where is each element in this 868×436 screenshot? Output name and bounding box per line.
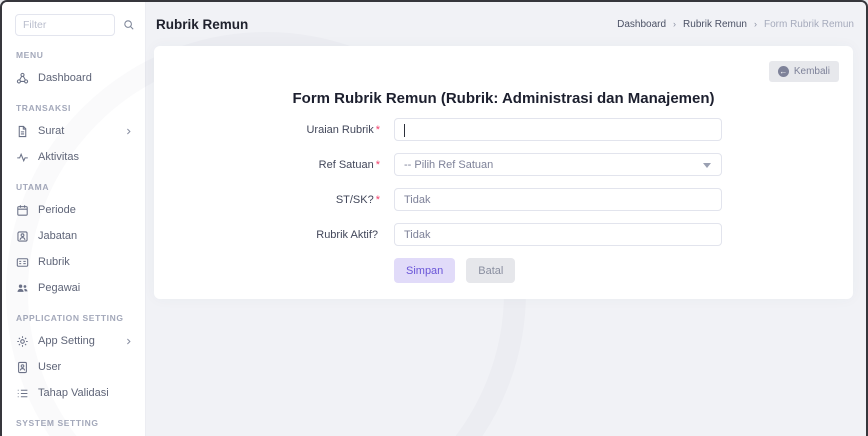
sidebar-item-dashboard[interactable]: Dashboard [2,65,145,91]
form: Uraian Rubrik* Ref Satuan* -- Pilih Ref … [154,118,853,283]
sidebar-item-aktivitas[interactable]: Aktivitas [2,144,145,170]
sidebar-item-label: Periode [38,204,76,216]
st-sk-select[interactable]: Tidak [394,188,722,211]
field-label: Rubrik Aktif? [154,229,394,241]
ref-satuan-selected-value: -- Pilih Ref Satuan [404,159,493,171]
form-actions: Simpan Batal [394,258,853,283]
breadcrumb-dashboard[interactable]: Dashboard [617,19,666,30]
kembali-label: Kembali [794,66,830,77]
sidebar-item-surat[interactable]: Surat [2,118,145,144]
form-row-st-sk: ST/SK?* Tidak [154,188,853,211]
sidebar-item-tahap-validasi[interactable]: Tahap Validasi [2,380,145,406]
sidebar-item-label: Dashboard [38,72,92,84]
ref-satuan-select[interactable]: -- Pilih Ref Satuan [394,153,722,176]
breadcrumb-current: Form Rubrik Remun [764,19,854,30]
text-cursor [404,124,405,137]
st-sk-selected-value: Tidak [404,194,431,206]
file-icon [16,125,29,138]
list-icon [16,387,29,400]
gear-icon [16,335,29,348]
sidebar-item-label: App Setting [38,335,95,347]
chevron-right-icon [124,127,133,136]
filter-input[interactable] [15,14,115,36]
sidebar-filter-row [2,14,145,38]
simpan-button[interactable]: Simpan [394,258,455,283]
sidebar-item-label: Tahap Validasi [38,387,109,399]
sidebar-section-menu: MENU [2,38,145,65]
required-asterisk: * [376,194,380,206]
users-icon [16,282,29,295]
main-area: Rubrik Remun Dashboard › Rubrik Remun › … [146,2,866,436]
rubrik-aktif-select[interactable]: Tidak [394,223,722,246]
sidebar-item-user[interactable]: User [2,354,145,380]
sidebar-item-label: Surat [38,125,64,137]
sidebar-section-transaksi: TRANSAKSI [2,91,145,118]
required-asterisk: * [376,159,380,171]
search-icon[interactable] [123,19,135,31]
chevron-right-icon [124,337,133,346]
uraian-rubrik-text-field[interactable] [404,124,712,136]
page-title: Rubrik Remun [156,17,248,32]
sidebar-item-label: Rubrik [38,256,70,268]
sidebar-item-label: Aktivitas [38,151,79,163]
breadcrumb: Dashboard › Rubrik Remun › Form Rubrik R… [617,19,854,30]
sidebar-item-label: Pegawai [38,282,80,294]
id-card-icon [16,256,29,269]
form-row-rubrik-aktif: Rubrik Aktif? Tidak [154,223,853,246]
sidebar-item-pegawai[interactable]: Pegawai [2,275,145,301]
breadcrumb-separator-icon: › [673,19,676,29]
batal-button[interactable]: Batal [466,258,515,283]
form-row-ref-satuan: Ref Satuan* -- Pilih Ref Satuan [154,153,853,176]
uraian-rubrik-input[interactable] [394,118,722,141]
sidebar: MENU Dashboard TRANSAKSI Surat [2,2,146,436]
field-label: Ref Satuan* [154,159,394,171]
required-asterisk: * [376,124,380,136]
sidebar-section-system-setting: SYSTEM SETTING [2,406,145,433]
sidebar-item-periode[interactable]: Periode [2,197,145,223]
address-book-icon [16,361,29,374]
field-label: ST/SK?* [154,194,394,206]
sidebar-item-rubrik[interactable]: Rubrik [2,249,145,275]
kembali-button[interactable]: ← Kembali [769,61,839,82]
sidebar-item-jabatan[interactable]: Jabatan [2,223,145,249]
id-badge-icon [16,230,29,243]
field-label: Uraian Rubrik* [154,124,394,136]
form-title: Form Rubrik Remun (Rubrik: Administrasi … [154,46,853,108]
sidebar-item-app-setting[interactable]: App Setting [2,328,145,354]
app-window: MENU Dashboard TRANSAKSI Surat [0,0,868,436]
sidebar-section-application-setting: APPLICATION SETTING [2,301,145,328]
sidebar-item-label: Jabatan [38,230,77,242]
form-card: ← Kembali Form Rubrik Remun (Rubrik: Adm… [154,46,853,299]
activity-icon [16,151,29,164]
rubrik-aktif-selected-value: Tidak [404,229,431,241]
breadcrumb-rubrik-remun[interactable]: Rubrik Remun [683,19,747,30]
breadcrumb-separator-icon: › [754,19,757,29]
arrow-left-icon: ← [778,66,789,77]
caret-down-icon [703,163,711,168]
sidebar-item-label: User [38,361,61,373]
form-row-uraian-rubrik: Uraian Rubrik* [154,118,853,141]
content: ← Kembali Form Rubrik Remun (Rubrik: Adm… [146,46,866,436]
calendar-icon [16,204,29,217]
topbar: Rubrik Remun Dashboard › Rubrik Remun › … [146,2,866,46]
sidebar-section-utama: UTAMA [2,170,145,197]
nodes-icon [16,72,29,85]
